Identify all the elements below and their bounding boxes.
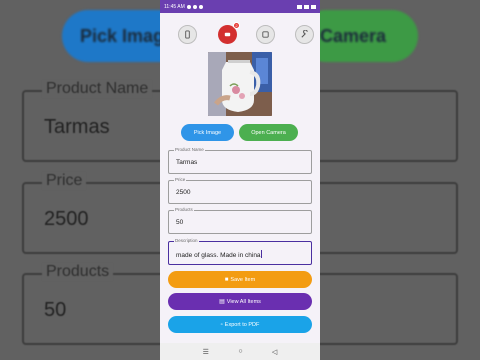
bg-field-value: 2500 <box>44 208 89 230</box>
notification-badge: 2 <box>233 22 240 29</box>
battery-icon <box>311 4 316 9</box>
products-label: Products <box>174 207 194 213</box>
menu-icon[interactable]: ☰ <box>203 348 209 356</box>
price-value: 2500 <box>176 189 191 196</box>
bg-field-label: Price <box>42 172 87 190</box>
view-all-items-label: View All Items <box>226 298 261 305</box>
status-bar: 11:45 AM <box>160 0 320 13</box>
products-value: 50 <box>176 219 184 226</box>
text-cursor <box>260 250 262 258</box>
back-icon[interactable]: ◁ <box>272 348 277 356</box>
export-pdf-button[interactable]: ▫ Export to PDF <box>168 316 312 333</box>
price-field[interactable]: Price 2500 <box>168 177 312 204</box>
document-icon: ▫ <box>220 321 223 328</box>
save-item-label: Save Item <box>230 276 256 283</box>
list-icon: ▤ <box>219 299 225 305</box>
save-item-button[interactable]: ■ Save Item <box>168 271 312 288</box>
description-value-wrap: made of glass. Made in china <box>176 250 262 259</box>
record-icon[interactable]: 2 <box>218 22 240 44</box>
phone-screen: 11:45 AM 2 Pick Image Open Camera Produc… <box>160 0 320 360</box>
phone-icon[interactable] <box>178 25 197 44</box>
bg-field-label: Product Name <box>42 80 153 98</box>
bg-field-label: Products <box>42 263 114 281</box>
status-time: 11:45 AM <box>164 3 185 10</box>
screen: Pick Image Camera Product Name Tarmas Pr… <box>0 0 480 360</box>
product-name-label: Product Name <box>174 147 205 153</box>
signal-icon <box>297 4 302 9</box>
products-field[interactable]: Products 50 <box>168 207 312 234</box>
crop-icon[interactable] <box>256 25 275 44</box>
open-camera-button[interactable]: Open Camera <box>239 124 298 141</box>
description-label: Description <box>174 238 199 244</box>
bg-field-value: Tarmas <box>44 116 110 138</box>
pick-image-button[interactable]: Pick Image <box>181 124 234 141</box>
product-name-field[interactable]: Product Name Tarmas <box>168 147 312 174</box>
wifi-icon <box>304 4 309 9</box>
navigation-bar: ☰ ○ ◁ <box>160 343 320 360</box>
product-image <box>208 52 272 116</box>
export-pdf-label: Export to PDF <box>224 321 260 328</box>
description-field[interactable]: Description made of glass. Made in china <box>168 238 312 265</box>
save-icon: ■ <box>224 276 229 283</box>
view-all-items-button[interactable]: ▤ View All Items <box>168 293 312 310</box>
price-label: Price <box>174 177 187 183</box>
notification-icon <box>186 4 191 9</box>
product-name-value: Tarmas <box>176 159 198 166</box>
notification-icon <box>192 4 197 9</box>
notification-icon <box>198 4 203 9</box>
floating-toolbar: 2 <box>160 22 320 48</box>
home-icon[interactable]: ○ <box>238 348 242 355</box>
settings-icon[interactable] <box>295 25 314 44</box>
description-value: made of glass. Made in china <box>176 252 261 259</box>
bg-field-value: 50 <box>44 299 67 321</box>
